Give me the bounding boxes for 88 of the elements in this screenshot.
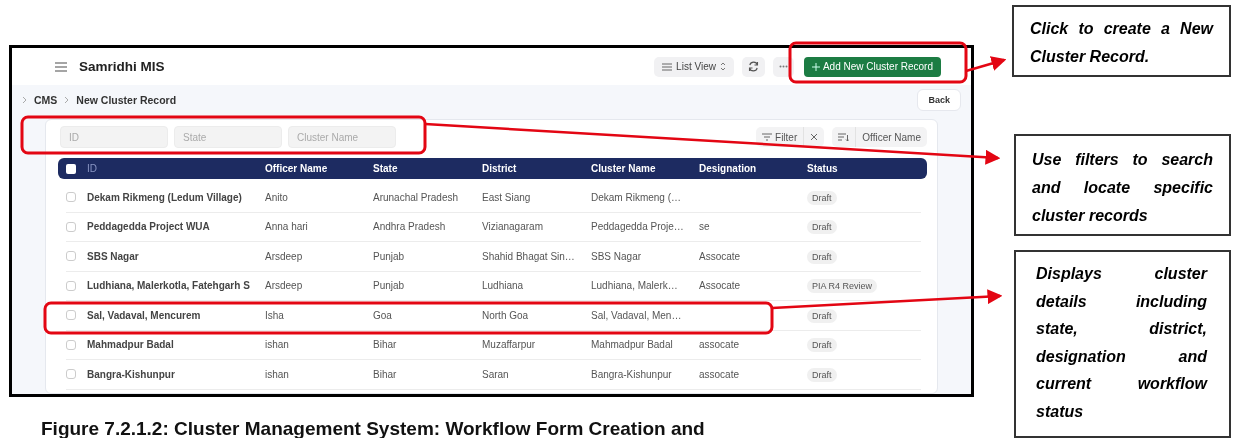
breadcrumb-link[interactable]: CMS	[34, 94, 58, 106]
table-cell-text: Sal, Vadaval, Mencurem	[87, 309, 202, 321]
table-cell-text: Ludhiana, Malerk…	[591, 280, 679, 292]
table-cell-text: Arsdeep	[265, 280, 304, 292]
refresh-button[interactable]	[741, 56, 765, 77]
select-all-checkbox[interactable]	[66, 163, 76, 174]
chevron-icon	[64, 96, 70, 104]
status-tag: Draft	[807, 308, 837, 323]
plus-icon	[811, 62, 820, 71]
table-cell-text: Andhra Pradesh	[373, 221, 447, 233]
list-icon	[662, 62, 673, 71]
column-header: Cluster Name	[591, 163, 657, 174]
table-cell-text: Dekam Rikmeng (Ledum Village)	[87, 191, 243, 203]
status-tag: Draft	[807, 249, 837, 264]
row-checkbox[interactable]	[66, 339, 76, 350]
column-header: Designation	[699, 163, 758, 174]
table-cell-text: Ludhiana, Malerkotla, Fatehgarh S	[87, 280, 251, 292]
column-header: Status	[807, 163, 839, 174]
table-cell-text: Bihar	[373, 368, 398, 380]
callout-box: Click to create a New Cluster Record.	[1012, 5, 1231, 77]
table-cell-text: Peddagedda Proje…	[591, 221, 685, 233]
callout-box: Use filters to search and locate specific cluster records	[1014, 134, 1231, 236]
more-icon	[778, 65, 788, 68]
table-cell-text: Shahid Bhagat Sin…	[482, 250, 576, 262]
status-tag: Draft	[807, 367, 837, 382]
table-cell-text: North Goa	[482, 309, 530, 321]
back-button[interactable]: Back	[917, 89, 961, 111]
status-tag: PIA R4 Review	[807, 279, 878, 294]
table-cell-text: Goa	[373, 309, 393, 321]
table-cell-text: Assocate	[699, 250, 742, 262]
table-cell-text: Anito	[265, 191, 289, 203]
sort-icon	[838, 133, 850, 141]
breadcrumb-link[interactable]: New Cluster Record	[76, 94, 177, 106]
column-header: ID	[87, 163, 98, 174]
table-cell-text: Ludhiana	[482, 280, 525, 292]
filter-field[interactable]: State	[174, 126, 282, 148]
row-checkbox[interactable]	[66, 192, 76, 203]
filter-field[interactable]: Cluster Name	[288, 126, 396, 148]
table-cell-text: Saran	[482, 368, 510, 380]
filter-icon	[762, 133, 773, 141]
status-tag: Draft	[807, 220, 837, 235]
table-cell-text: Arunachal Pradesh	[373, 191, 460, 203]
view-menu[interactable]: List View	[654, 56, 734, 77]
filter-field[interactable]: ID	[60, 126, 168, 148]
table-cell-text: Assocate	[699, 280, 742, 292]
table-cell-text: Punjab	[373, 250, 406, 262]
table-cell-text: Bangra-Kishunpur	[591, 368, 673, 380]
table-cell-text: Isha	[265, 309, 285, 321]
table-cell-text: Punjab	[373, 280, 406, 292]
app-title: Samridhi MIS	[79, 59, 165, 74]
column-header: District	[482, 163, 518, 174]
column-header: Officer Name	[265, 163, 329, 174]
menu-icon	[55, 61, 67, 72]
arrow	[965, 56, 1007, 73]
table-cell-text: Mahmadpur Badal	[591, 339, 674, 351]
table-cell-text: Arsdeep	[265, 250, 304, 262]
table-cell-text: Vizianagaram	[482, 221, 544, 233]
status-tag: Draft	[807, 190, 837, 205]
refresh-icon	[747, 61, 759, 72]
table-cell-text: Anna hari	[265, 221, 309, 233]
table-cell-text: ishan	[265, 339, 290, 351]
table-cell-text: Peddagedda Project WUA	[87, 221, 211, 233]
table-cell-text: ishan	[265, 368, 290, 380]
table-cell-text: Bangra-Kishunpur	[87, 368, 176, 380]
row-checkbox[interactable]	[66, 280, 76, 291]
callout-box: Displays cluster details including state, district, designation and current workflow status	[1014, 250, 1231, 438]
table-cell-text: SBS Nagar	[591, 250, 643, 262]
table-cell-text: East Siang	[482, 191, 532, 203]
table-cell-text: Muzaffarpur	[482, 339, 537, 351]
more-button[interactable]	[772, 56, 794, 77]
status-tag: Draft	[807, 338, 837, 353]
add-record-button[interactable]: Add New Cluster Record	[803, 56, 941, 77]
chevron-icon	[22, 96, 27, 104]
table-cell-text: se	[699, 221, 711, 233]
row-checkbox[interactable]	[66, 221, 76, 232]
table-cell-text: assocate	[699, 339, 741, 351]
close-icon	[810, 133, 819, 141]
table-cell-text: Dekam Rikmeng (…	[591, 191, 683, 203]
column-header: State	[373, 163, 399, 174]
table-cell-text: assocate	[699, 368, 741, 380]
table-cell-text: Sal, Vadaval, Men…	[591, 309, 683, 321]
sort-caret-icon	[719, 62, 726, 71]
row-checkbox[interactable]	[66, 310, 76, 321]
row-checkbox[interactable]	[66, 251, 76, 262]
table-cell-text: Bihar	[373, 339, 398, 351]
table-cell-text: SBS Nagar	[87, 250, 140, 262]
table-cell-text: Mahmadpur Badal	[87, 339, 175, 351]
row-checkbox[interactable]	[66, 369, 76, 380]
